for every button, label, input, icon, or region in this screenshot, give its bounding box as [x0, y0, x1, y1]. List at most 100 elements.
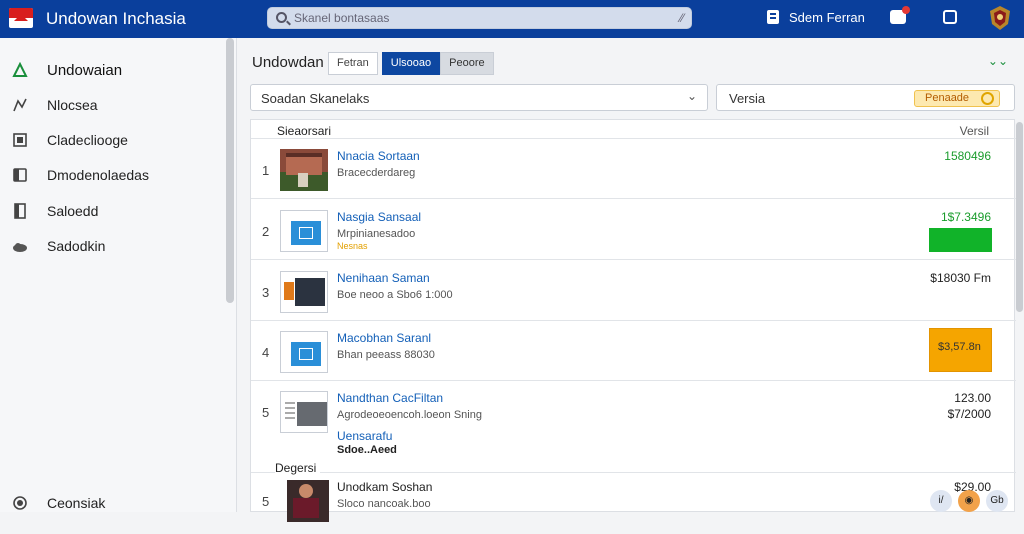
row-thumbnail: [280, 149, 328, 191]
emblem-icon: [990, 6, 1010, 30]
table-row[interactable]: 5 Nandthan CacFiltan Agrodeoeoencoh.loeo…: [251, 381, 1016, 475]
sidebar-scrollbar[interactable]: [226, 38, 234, 303]
filter-label: Soadan Skanelaks: [261, 91, 370, 106]
cloud-icon: [13, 243, 27, 252]
row-sub-link[interactable]: Uensarafu: [337, 429, 392, 443]
notification-badge: [902, 6, 910, 14]
tab-ulsooao[interactable]: Ulsooao: [381, 52, 441, 75]
home-icon: [12, 62, 28, 77]
row-thumbnail: [280, 331, 328, 373]
row-number: 5: [262, 405, 270, 420]
version-button[interactable]: Penaade: [914, 90, 1000, 107]
row-value-secondary: $7/2000: [947, 407, 991, 421]
table-row[interactable]: 5 Unodkam Soshan Sloco nancoak.boo $29.0…: [251, 474, 1016, 534]
main-scrollbar[interactable]: [1016, 122, 1023, 312]
settings-icon: [13, 496, 27, 510]
search-input[interactable]: Skanel bontasaas ⁄⁄: [267, 7, 692, 29]
search-icon: [276, 12, 287, 23]
app-logo-icon: [9, 8, 33, 28]
folder-icon: [291, 221, 321, 245]
box-icon: [13, 133, 27, 147]
version-label: Versia: [729, 91, 766, 106]
row-value: 1$7.3496: [940, 210, 991, 224]
status-bar-green: [929, 228, 992, 252]
sidebar-item-ceonsiak[interactable]: Ceonsiak: [0, 487, 220, 517]
row-name-link[interactable]: Macobhan Saranl: [337, 331, 431, 345]
row-description: Sloco nancoak.boo: [337, 498, 431, 510]
table-row[interactable]: 2 Nasgia Sansaal Mrpinianesadoo Nesnas 1…: [251, 200, 1016, 260]
chevron-down-icon: ⌄: [686, 89, 697, 103]
column-header-name[interactable]: Sieaorsari: [277, 124, 331, 138]
chart-icon: [13, 98, 27, 112]
main-content: Undowdan Fetran Ulsooao Peoore ⌄⌄ Soadan…: [241, 38, 1024, 522]
row-thumbnail: [280, 391, 328, 433]
row-thumbnail: [280, 271, 328, 313]
search-options-icon[interactable]: ⁄⁄: [680, 11, 684, 25]
version-field[interactable]: Versia Penaade: [716, 84, 1015, 111]
version-button-label: Penaade: [925, 92, 970, 104]
file-icon: [14, 203, 26, 219]
document-icon: [13, 168, 27, 182]
sidebar-item-label: Sadodkin: [47, 238, 106, 254]
sidebar-item-undowaian[interactable]: Undowaian: [0, 54, 220, 84]
edit-icon[interactable]: i/: [930, 490, 952, 512]
breadcrumb: Undowdan: [252, 54, 324, 71]
row-thumbnail: [287, 480, 329, 522]
row-description: Bracecderdareg: [337, 167, 416, 179]
chevron-down-icon[interactable]: ⌄⌄: [988, 54, 1008, 68]
window-icon[interactable]: [943, 10, 957, 24]
row-value: $18030 Fm: [930, 271, 991, 285]
table-row[interactable]: 1 Nnacia Sortaan Bracecderdareg 1580496: [251, 139, 1016, 199]
sidebar-item-saloedd[interactable]: Saloedd: [0, 195, 220, 225]
sidebar-item-label: Saloedd: [47, 203, 99, 219]
section-label: Degersi: [275, 461, 321, 475]
record-icon[interactable]: ◉: [958, 490, 980, 512]
row-thumbnail: [280, 210, 328, 252]
table-row[interactable]: 3 Nenihaan Saman Boe neoo a Sbo6 1:000 $…: [251, 261, 1016, 321]
tab-fetran[interactable]: Fetran: [328, 52, 378, 75]
row-value: 123.00: [954, 391, 991, 405]
row-value: 1580496: [944, 149, 991, 163]
row-name-link[interactable]: Nenihaan Saman: [337, 271, 430, 285]
row-description: Boe neoo a Sbo6 1:000: [337, 289, 453, 301]
row-number: 2: [262, 224, 270, 239]
row-number: 3: [262, 285, 270, 300]
row-value: $3,57.8n: [938, 341, 981, 353]
folder-icon: [291, 342, 321, 366]
row-tag: Nesnas: [337, 241, 368, 251]
search-placeholder: Skanel bontasaas: [294, 11, 390, 25]
share-icon[interactable]: Gb: [986, 490, 1008, 512]
sidebar-item-label: Ceonsiak: [47, 495, 106, 511]
app-title: Undowan Inchasia: [46, 9, 186, 28]
row-description: Agrodeoeoencoh.loeon Sning: [337, 409, 482, 421]
sidebar-item-cladecliooge[interactable]: Cladecliooge: [0, 124, 220, 154]
row-name-link[interactable]: Unodkam Soshan: [337, 480, 432, 494]
sidebar-item-label: Cladecliooge: [47, 132, 128, 148]
row-name-link[interactable]: Nnacia Sortaan: [337, 149, 420, 163]
sidebar-item-label: Nlocsea: [47, 97, 98, 113]
column-header-version[interactable]: Versil: [960, 124, 989, 138]
row-description: Bhan peeass 88030: [337, 349, 435, 361]
bottom-toolbar: i/ ◉ Gb: [924, 490, 1008, 512]
tab-peoore[interactable]: Peoore: [440, 52, 494, 75]
top-bar: Undowan Inchasia Skanel bontasaas ⁄⁄ Sde…: [0, 0, 1024, 38]
results-table: Sieaorsari Versil 1 Nnacia Sortaan Brace…: [250, 119, 1016, 522]
row-name-link[interactable]: Nasgia Sansaal: [337, 210, 421, 224]
row-sub-label: Sdoe..Aeed: [337, 444, 397, 456]
refresh-icon: [981, 92, 994, 105]
row-number: 4: [262, 345, 270, 360]
user-menu[interactable]: Sdem Ferran: [789, 10, 865, 25]
filter-select[interactable]: Soadan Skanelaks ⌄: [250, 84, 708, 111]
row-number: 5: [262, 494, 270, 509]
sidebar-item-dmodenolaedas[interactable]: Dmodenolaedas: [0, 159, 220, 189]
tab-bar: Fetran Ulsooao Peoore: [328, 52, 494, 75]
document-user-icon: [767, 10, 779, 24]
row-name-link[interactable]: Nandthan CacFiltan: [337, 391, 443, 405]
sidebar-item-nlocsea[interactable]: Nlocsea: [0, 89, 220, 119]
sidebar-item-sadodkin[interactable]: Sadodkin: [0, 230, 220, 260]
sidebar-item-label: Dmodenolaedas: [47, 167, 149, 183]
row-number: 1: [262, 163, 270, 178]
status-badge-orange: $3,57.8n: [929, 328, 992, 372]
table-row[interactable]: 4 Macobhan Saranl Bhan peeass 88030 $3,5…: [251, 321, 1016, 381]
notification-icon[interactable]: [890, 6, 910, 24]
